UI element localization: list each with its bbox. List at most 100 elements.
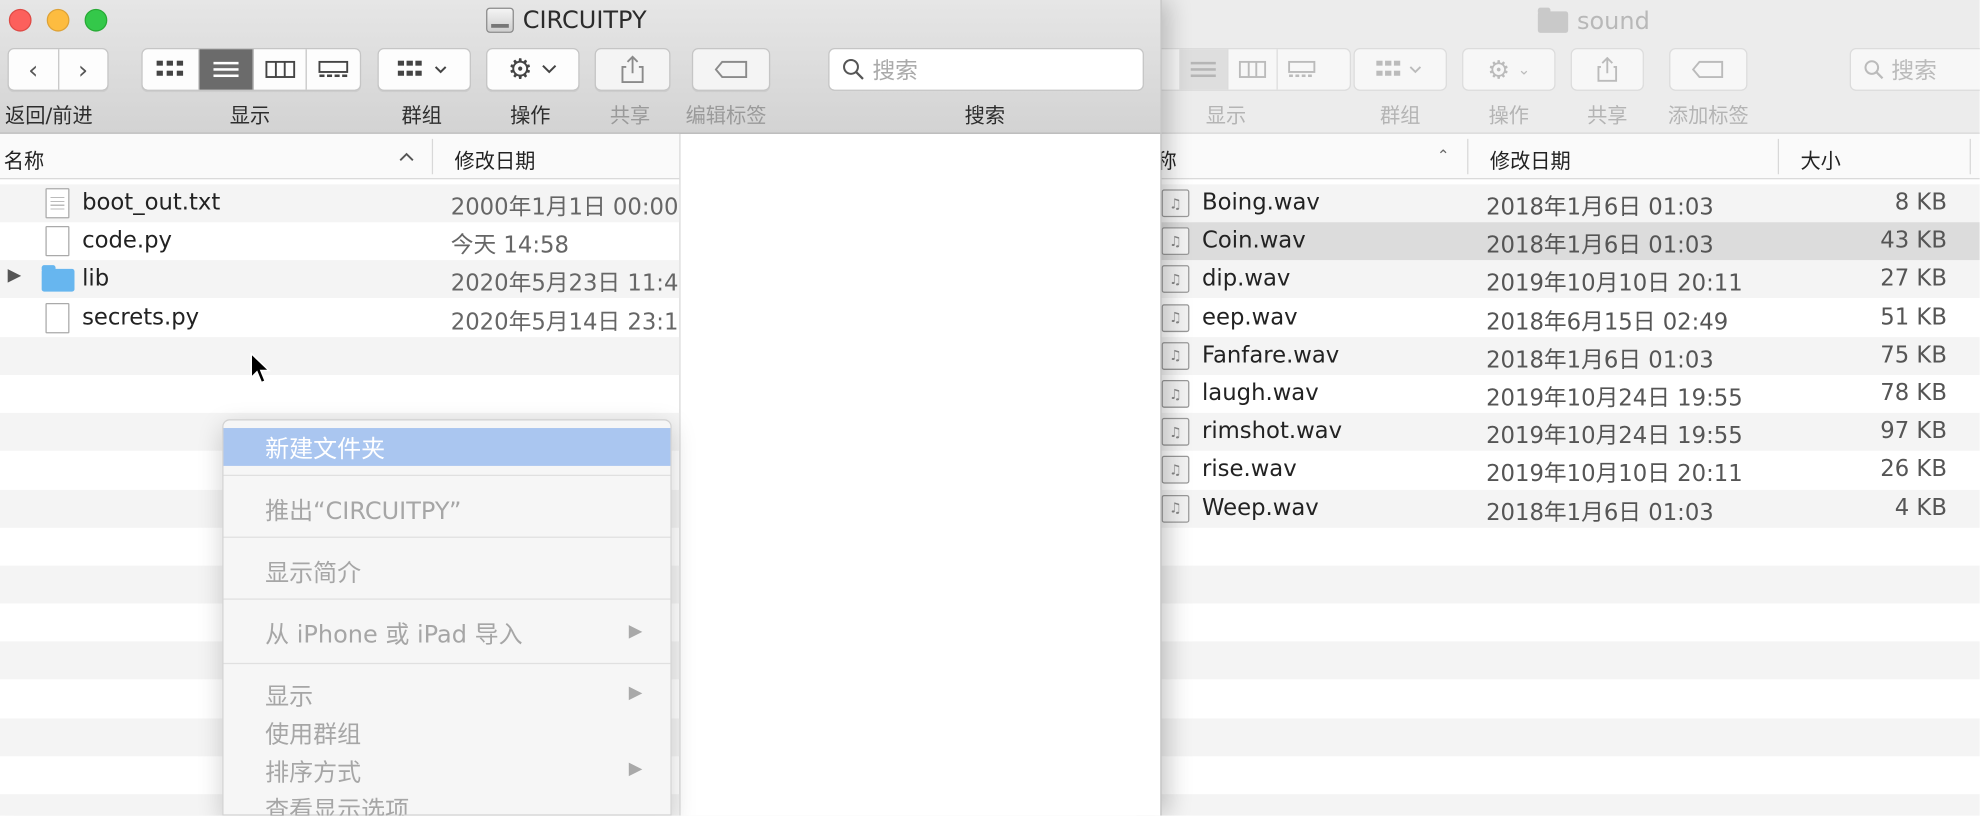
file-row[interactable]: code.py 今天 14:58	[0, 222, 679, 260]
menu-label: 排序方式	[265, 758, 362, 787]
file-date: 2018年6月15日 02:49	[1486, 308, 1729, 336]
file-date: 2019年10月10日 20:11	[1486, 461, 1743, 488]
audio-file-icon: ♫	[1161, 303, 1190, 332]
list-view-button[interactable]	[199, 49, 254, 90]
circuitpy-window-title: CIRCUITPY	[486, 6, 647, 34]
file-size: 26 KB	[1880, 456, 1947, 483]
menu-item-show[interactable]: 显示 ▶	[223, 675, 670, 713]
sound-file-row[interactable]: ♫ Fanfare.wav 2018年1月6日 01:03 75 KB	[1136, 337, 1979, 375]
sort-ascending-icon: ⌃	[1436, 146, 1450, 165]
file-name: rimshot.wav	[1201, 418, 1343, 445]
share-button[interactable]	[594, 47, 671, 91]
file-date: 今天 14:58	[450, 232, 569, 260]
sound-toolbar: sound 显示 群组 ⚙ ⌄ 操作 共享 添加标签 搜索	[1136, 0, 1980, 134]
sound-view-switcher[interactable]	[1154, 47, 1351, 91]
file-name: Weep.wav	[1201, 494, 1319, 521]
list-view-icon[interactable]	[1178, 49, 1228, 90]
icon-view-button[interactable]	[143, 49, 200, 90]
menu-label: 查看显示选项	[265, 796, 410, 816]
sound-share-button[interactable]	[1570, 47, 1644, 91]
search-input[interactable]: 搜索	[828, 47, 1144, 91]
back-button[interactable]: ‹	[9, 49, 59, 90]
file-row[interactable]: secrets.py 2020年5月14日 23:1	[0, 299, 679, 337]
forward-button[interactable]: ›	[59, 49, 108, 89]
gallery-view-icon[interactable]	[1277, 49, 1326, 89]
file-date: 2020年5月14日 23:1	[450, 308, 679, 336]
menu-item-import-from-iphone[interactable]: 从 iPhone 或 iPad 导入 ▶	[223, 614, 670, 652]
circuitpy-toolbar: CIRCUITPY ‹ › 返回/前进 显示 群组 ⚙ 操作 共享 编辑标签 搜…	[0, 0, 1161, 134]
column-view-button[interactable]	[254, 49, 307, 90]
document-icon	[45, 302, 70, 333]
menu-item-sort-by[interactable]: 排序方式 ▶	[223, 751, 670, 789]
file-date: 2018年1月6日 01:03	[1486, 346, 1714, 374]
file-name: secrets.py	[82, 303, 200, 331]
column-view-icon	[264, 60, 295, 78]
search-icon	[843, 58, 864, 80]
sound-file-row[interactable]: ♫ eep.wav 2018年6月15日 02:49 51 KB	[1136, 299, 1979, 337]
sound-file-row[interactable]: ♫ laugh.wav 2019年10月24日 19:55 78 KB	[1136, 375, 1979, 413]
file-name: laugh.wav	[1201, 380, 1319, 407]
menu-item-new-folder[interactable]: 新建文件夹	[223, 428, 671, 466]
column-modified[interactable]: 修改日期	[1490, 144, 1571, 174]
menu-item-get-info[interactable]: 显示简介	[223, 552, 670, 590]
file-size: 97 KB	[1880, 418, 1947, 445]
search-placeholder: 搜索	[872, 58, 918, 85]
sound-file-row[interactable]: ♫ rise.wav 2019年10月10日 20:11 26 KB	[1136, 451, 1979, 489]
file-row[interactable]: ▶ lib 2020年5月23日 11:4	[0, 261, 679, 299]
sound-view-label: 显示	[1205, 103, 1247, 128]
menu-item-eject[interactable]: 推出“CIRCUITPY”	[223, 490, 670, 528]
sound-file-row[interactable]: ♫ Boing.wav 2018年1月6日 01:03 8 KB	[1136, 184, 1979, 222]
icon-view-icon	[156, 60, 184, 76]
view-label: 显示	[229, 103, 271, 128]
share-label: 共享	[609, 103, 651, 128]
audio-file-icon: ♫	[1161, 494, 1190, 523]
sound-search-input[interactable]: 搜索	[1849, 47, 1980, 91]
column-modified[interactable]: 修改日期	[455, 144, 536, 174]
sound-action-label: 操作	[1488, 103, 1530, 128]
column-name[interactable]: 名称	[4, 144, 44, 174]
gallery-view-button[interactable]	[307, 49, 360, 89]
file-size: 78 KB	[1880, 380, 1947, 407]
file-date: 2019年10月10日 20:11	[1486, 270, 1743, 298]
audio-file-icon: ♫	[1161, 380, 1190, 408]
disclosure-triangle-icon[interactable]: ▶	[8, 266, 22, 286]
sound-group-label: 群组	[1380, 103, 1421, 128]
sound-file-row[interactable]: ♫ dip.wav 2019年10月10日 20:11 27 KB	[1136, 261, 1979, 299]
submenu-arrow-icon: ▶	[628, 683, 643, 704]
group-button[interactable]	[377, 47, 471, 91]
sound-file-row[interactable]: ♫ Weep.wav 2018年1月6日 01:03 4 KB	[1136, 489, 1979, 527]
file-size: 4 KB	[1894, 494, 1947, 521]
menu-item-view-options[interactable]: 查看显示选项	[223, 789, 670, 816]
sound-file-row[interactable]: ♫ Coin.wav 2018年1月6日 01:03 43 KB	[1136, 222, 1980, 261]
audio-file-icon: ♫	[1161, 418, 1190, 446]
sound-window-title: sound	[1537, 6, 1650, 35]
sound-file-row[interactable]: ♫ rimshot.wav 2019年10月24日 19:55 97 KB	[1136, 413, 1979, 451]
file-name: code.py	[82, 227, 172, 255]
action-button[interactable]: ⚙	[486, 47, 580, 91]
zoom-button[interactable]	[84, 8, 108, 32]
close-button[interactable]	[8, 8, 32, 32]
column-size[interactable]: 大小	[1800, 144, 1840, 174]
minimize-button[interactable]	[46, 8, 70, 32]
share-icon	[621, 55, 644, 84]
sound-tags-label: 添加标签	[1667, 103, 1749, 128]
sort-ascending-icon	[399, 152, 414, 162]
group-label: 群组	[401, 103, 442, 128]
menu-label: 新建文件夹	[265, 435, 386, 464]
sound-group-button[interactable]	[1353, 47, 1447, 91]
file-name: Boing.wav	[1201, 189, 1320, 216]
menu-item-use-groups[interactable]: 使用群组	[223, 713, 670, 751]
file-size: 75 KB	[1880, 341, 1947, 369]
tag-icon	[1691, 60, 1724, 78]
file-row[interactable]: boot_out.txt 2000年1月1日 00:00	[0, 184, 679, 222]
view-switcher	[141, 47, 362, 91]
gear-icon: ⚙	[507, 53, 533, 86]
sound-action-button[interactable]: ⚙ ⌄	[1462, 47, 1556, 91]
sound-window: sound 显示 群组 ⚙ ⌄ 操作 共享 添加标签 搜索 称 ⌃ 修改日期 大…	[1136, 0, 1980, 816]
row-stripe	[1136, 794, 1980, 816]
sound-tags-button[interactable]	[1669, 47, 1748, 91]
audio-file-icon: ♫	[1161, 227, 1190, 256]
gear-icon: ⚙	[1487, 54, 1510, 85]
column-view-icon[interactable]	[1228, 49, 1278, 90]
edit-tags-button[interactable]	[691, 47, 771, 91]
